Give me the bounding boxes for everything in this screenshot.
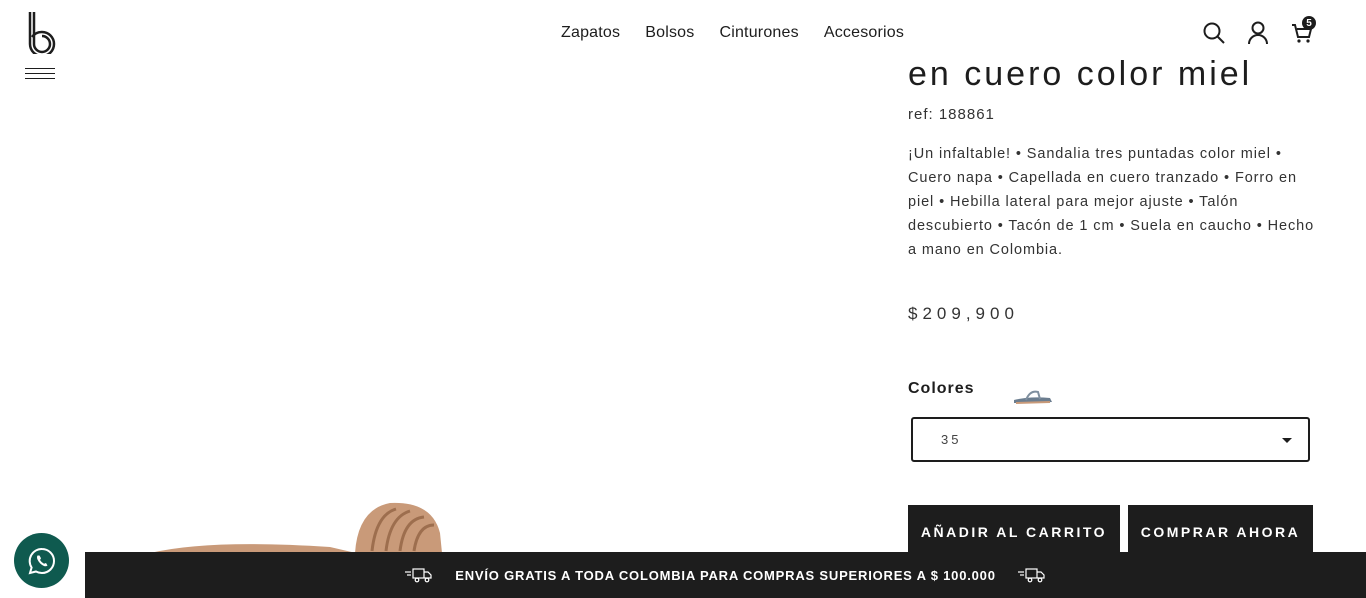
buy-now-button[interactable]: COMPRAR AHORA <box>1128 505 1313 559</box>
search-button[interactable] <box>1202 20 1226 46</box>
shipping-banner: ENVÍO GRATIS A TODA COLOMBIA PARA COMPRA… <box>85 552 1366 598</box>
hamburger-menu-button[interactable] <box>25 68 55 84</box>
main-nav: Zapatos Bolsos Cinturones Accesorios <box>561 24 904 42</box>
account-button[interactable] <box>1246 20 1270 46</box>
nav-item-cinturones[interactable]: Cinturones <box>719 24 798 42</box>
colors-label: Colores <box>908 380 975 397</box>
shipping-banner-text: ENVÍO GRATIS A TODA COLOMBIA PARA COMPRA… <box>455 567 996 583</box>
color-swatch[interactable] <box>1012 384 1054 408</box>
product-price: $209,900 <box>908 304 1019 323</box>
product-description: ¡Un infaltable! • Sandalia tres puntadas… <box>908 146 1315 258</box>
search-icon <box>1203 22 1225 44</box>
add-to-cart-button[interactable]: AÑADIR AL CARRITO <box>908 505 1120 559</box>
hamburger-line <box>25 78 55 79</box>
sandal-swatch-image <box>1014 390 1052 404</box>
hamburger-line <box>25 68 55 69</box>
whatsapp-icon <box>28 547 55 574</box>
chevron-down-icon <box>1282 438 1292 443</box>
product-ref: ref: 188861 <box>908 106 995 123</box>
whatsapp-button[interactable] <box>14 533 69 588</box>
brand-b-logo-icon <box>28 12 56 58</box>
delivery-truck-icon <box>1017 568 1045 583</box>
user-icon <box>1248 21 1268 45</box>
cart-count-badge: 5 <box>1302 16 1316 30</box>
hamburger-line <box>25 73 55 74</box>
product-title: en cuero color miel <box>908 55 1253 93</box>
header-actions: 5 <box>1202 16 1316 46</box>
size-select-value: 35 <box>941 432 962 447</box>
size-select[interactable]: 35 <box>911 417 1310 462</box>
nav-item-accesorios[interactable]: Accesorios <box>824 24 904 42</box>
sandal-image <box>150 502 442 553</box>
nav-item-bolsos[interactable]: Bolsos <box>645 24 694 42</box>
cart-button[interactable]: 5 <box>1290 16 1316 46</box>
nav-item-zapatos[interactable]: Zapatos <box>561 24 620 42</box>
brand-logo[interactable] <box>26 10 58 58</box>
product-image[interactable] <box>150 495 470 555</box>
delivery-truck-icon <box>405 568 432 583</box>
